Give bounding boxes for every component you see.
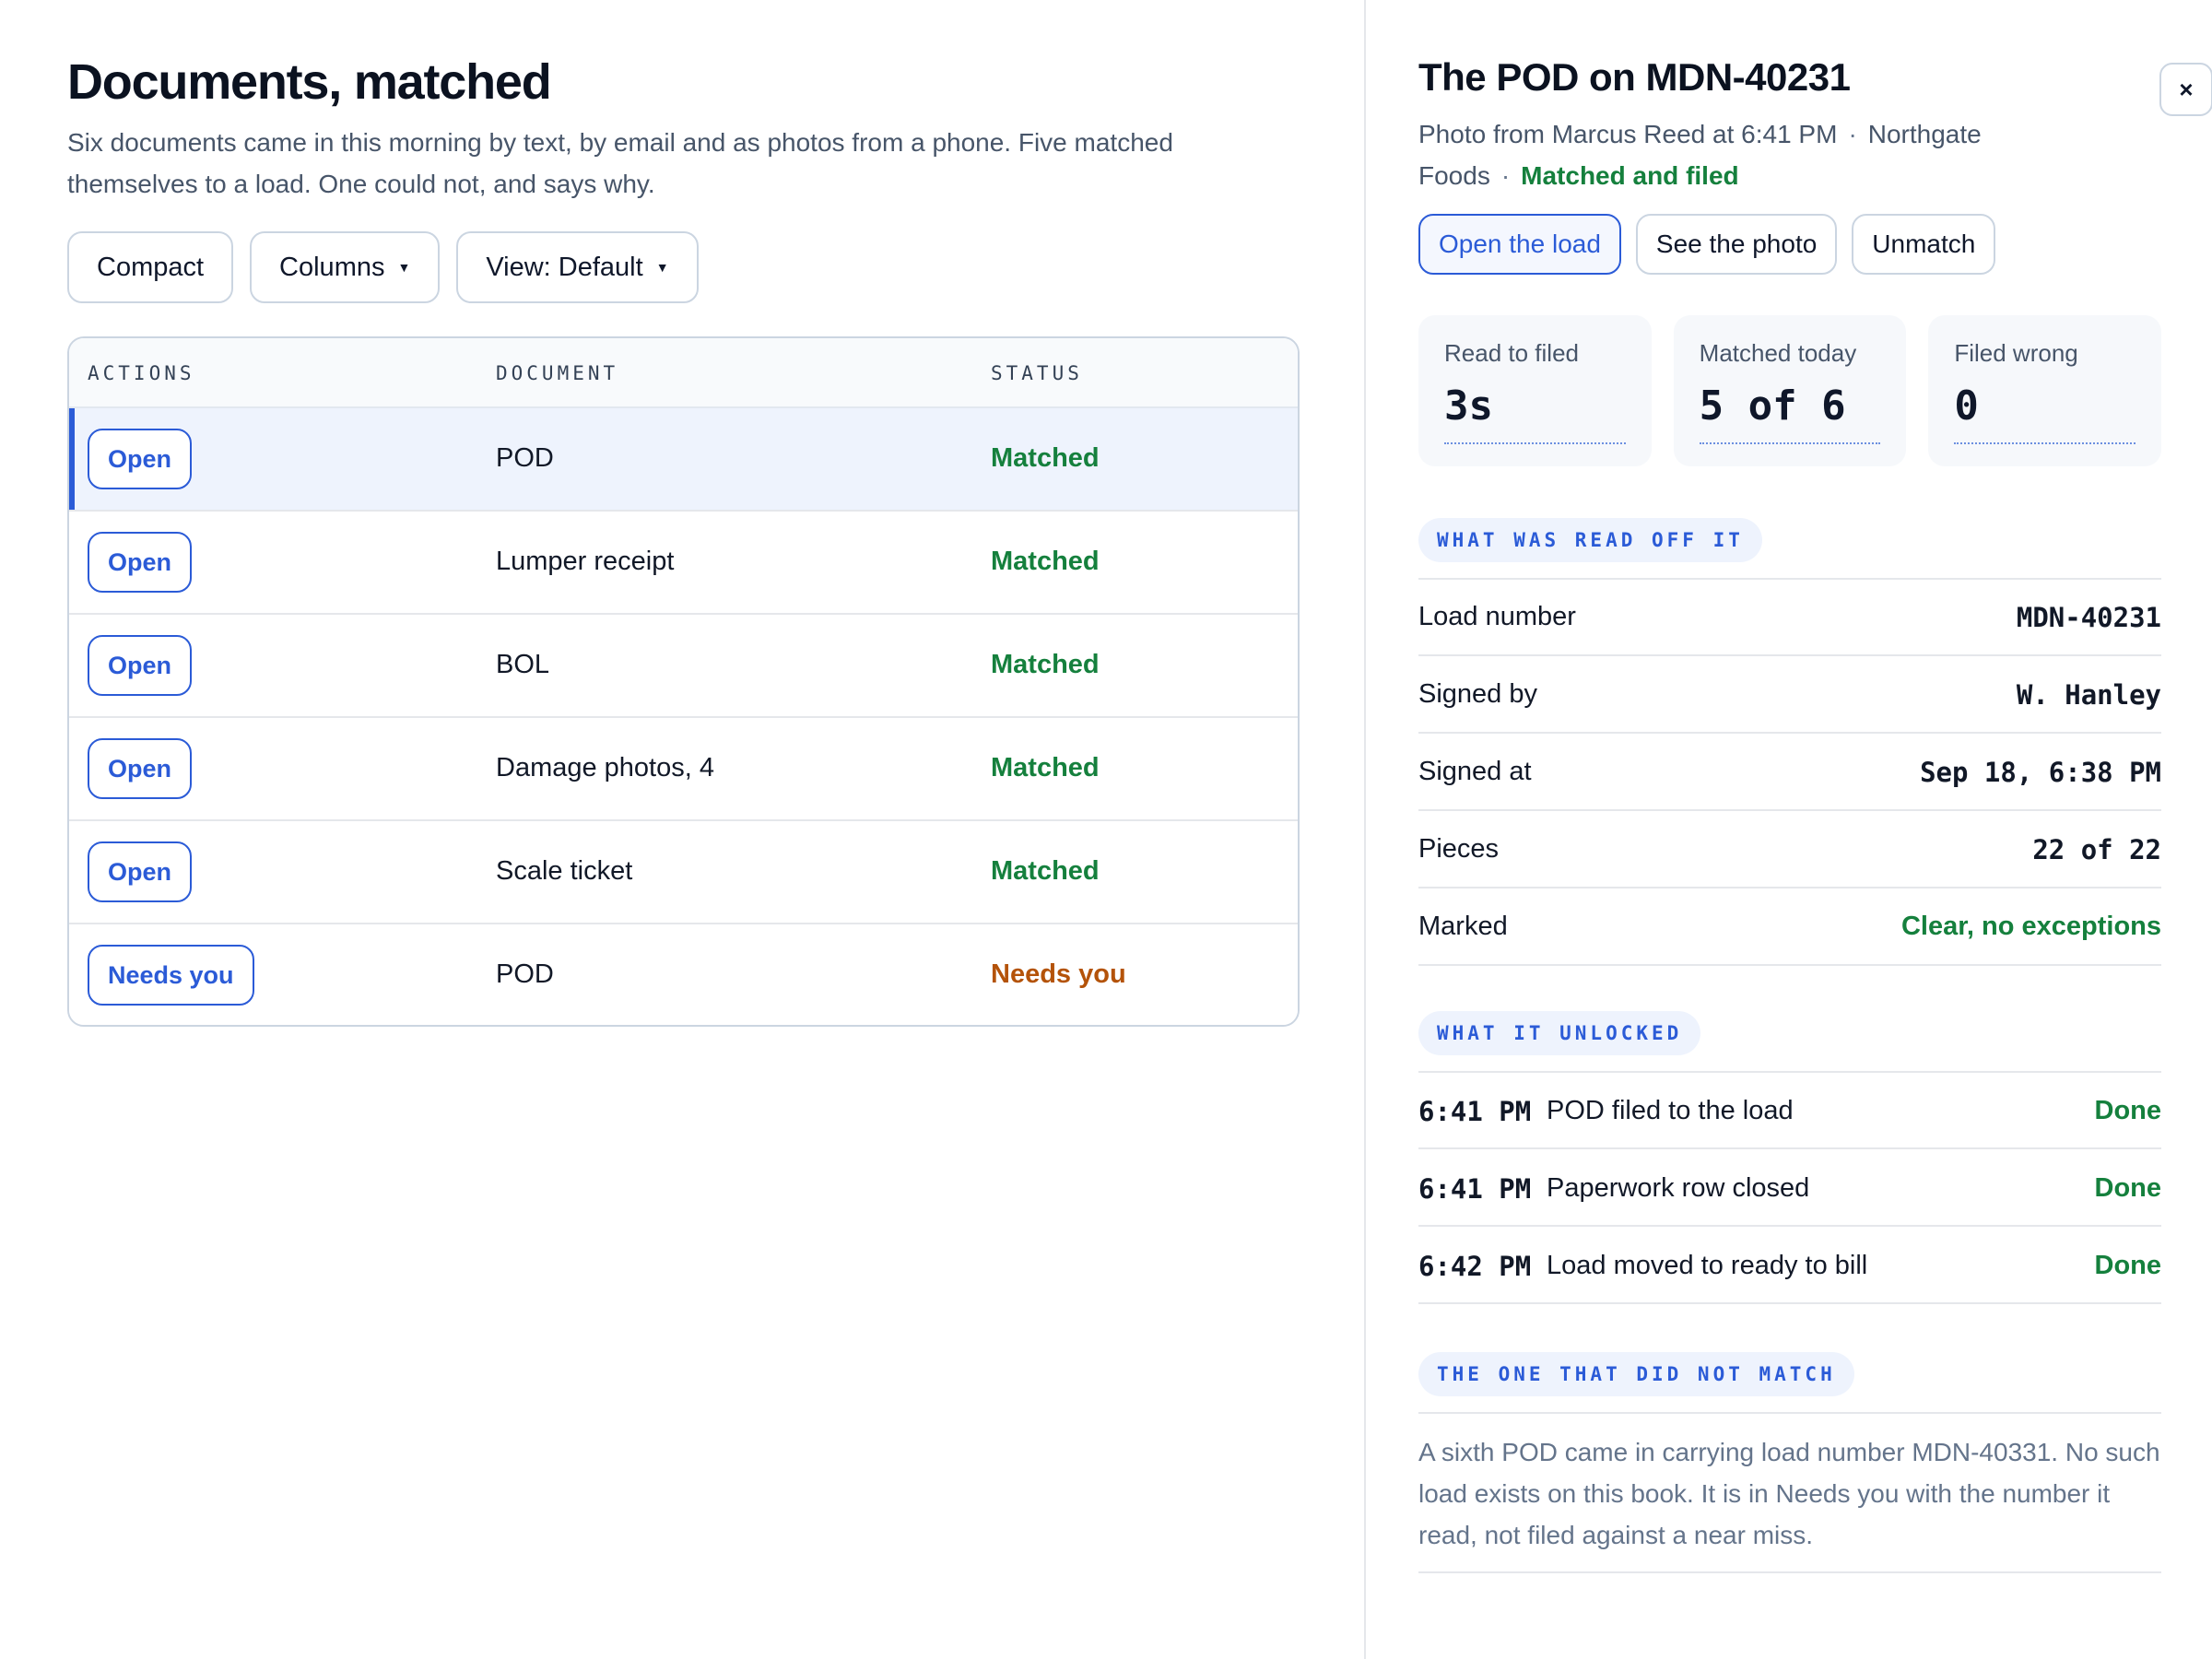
stat-value: 3s xyxy=(1444,382,1493,429)
stat-label: Matched today xyxy=(1699,339,1857,367)
section-heading-read: WHAT WAS READ OFF IT xyxy=(1418,518,1762,562)
column-header-status: STATUS xyxy=(991,362,1083,384)
status-label: Needs you xyxy=(991,959,1126,989)
unmatch-button[interactable]: Unmatch xyxy=(1852,214,1996,275)
section-heading-unlocked: WHAT IT UNLOCKED xyxy=(1418,1011,1701,1055)
open-button[interactable]: Open xyxy=(88,738,193,799)
field-label: Signed by xyxy=(1418,679,1537,709)
event-status: Done xyxy=(2094,1251,2162,1280)
compact-button[interactable]: Compact xyxy=(67,231,234,303)
document-name: POD xyxy=(496,959,554,989)
columns-dropdown[interactable]: Columns ▼ xyxy=(250,231,441,303)
field-row: Load number MDN-40231 xyxy=(1418,580,2161,656)
event-row: 6:41 PM Paperwork row closed Done xyxy=(1418,1150,2161,1227)
section-heading-mismatch: THE ONE THAT DID NOT MATCH xyxy=(1418,1352,1854,1396)
status-label: Matched xyxy=(991,753,1100,782)
documents-table: ACTIONS DOCUMENT STATUS Open POD Matched Op… xyxy=(67,336,1300,1027)
page-title: Documents, matched xyxy=(67,54,552,110)
column-header-actions: ACTIONS xyxy=(88,362,195,384)
field-row: Marked Clear, no exceptions xyxy=(1418,889,2161,966)
divider xyxy=(1418,1571,2161,1573)
document-name: Damage photos, 4 xyxy=(496,753,714,782)
column-header-document: DOCUMENT xyxy=(496,362,619,384)
open-load-button[interactable]: Open the load xyxy=(1418,214,1621,275)
field-value: Sep 18, 6:38 PM xyxy=(1920,757,2161,788)
stat-card-read-to-filed: Read to filed 3s xyxy=(1418,315,1652,466)
mismatch-note: A sixth POD came in carrying load number… xyxy=(1418,1438,2160,1549)
panel-title: The POD on MDN-40231 xyxy=(1418,55,1851,99)
caret-down-icon: ▼ xyxy=(655,260,669,275)
meta-separator: · xyxy=(1500,161,1511,190)
field-row: Signed at Sep 18, 6:38 PM xyxy=(1418,735,2161,811)
open-button[interactable]: Open xyxy=(88,841,193,902)
event-status: Done xyxy=(2094,1096,2162,1125)
table-row[interactable]: Open POD Matched xyxy=(69,408,1298,512)
field-label: Pieces xyxy=(1418,834,1500,864)
table-body: Open POD Matched Open Lumper receipt Matched O… xyxy=(69,408,1298,1025)
event-time: 6:41 PM xyxy=(1418,1173,1532,1205)
event-text: Load moved to ready to bill xyxy=(1547,1251,1868,1280)
event-text: Paperwork row closed xyxy=(1547,1173,1810,1203)
field-label: Signed at xyxy=(1418,757,1532,786)
event-status: Done xyxy=(2094,1173,2162,1203)
table-header: ACTIONS DOCUMENT STATUS xyxy=(69,338,1298,408)
toolbar: Compact Columns ▼ View: Default ▼ xyxy=(67,231,699,303)
event-row: 6:42 PM Load moved to ready to bill Done xyxy=(1418,1228,2161,1304)
field-label: Load number xyxy=(1418,602,1576,631)
table-row[interactable]: Needs you POD Needs you xyxy=(69,924,1298,1025)
table-row[interactable]: Open Scale ticket Matched xyxy=(69,821,1298,924)
field-label: Marked xyxy=(1418,912,1508,941)
documents-pane: Documents, matched Six documents came in… xyxy=(0,0,1373,1659)
document-name: POD xyxy=(496,443,554,473)
meta-status: Matched and filed xyxy=(1521,161,1739,190)
event-time: 6:42 PM xyxy=(1418,1251,1532,1282)
panel-meta: Photo from Marcus Reed at 6:41 PM · Northg… xyxy=(1418,113,2082,196)
page-subtitle: Six documents came in this morning by te… xyxy=(67,128,1173,198)
panel-actions: Open the load See the photo Unmatch xyxy=(1418,214,1996,275)
table-row[interactable]: Open Lumper receipt Matched xyxy=(69,512,1298,615)
open-button[interactable]: Open xyxy=(88,532,193,593)
field-value: 22 of 22 xyxy=(2032,834,2161,865)
meta-separator: · xyxy=(1848,120,1857,148)
stat-card-matched-today: Matched today 5 of 6 xyxy=(1673,315,1907,466)
table-row[interactable]: Open Damage photos, 4 Matched xyxy=(69,718,1298,821)
close-button[interactable]: × xyxy=(2159,63,2212,116)
view-label: View: Default xyxy=(486,252,643,282)
stat-label: Filed wrong xyxy=(1954,339,2078,367)
event-row: 6:41 PM POD filed to the load Done xyxy=(1418,1073,2161,1149)
status-label: Matched xyxy=(991,547,1100,576)
view-dropdown[interactable]: View: Default ▼ xyxy=(456,231,699,303)
stat-value: 5 of 6 xyxy=(1699,382,1846,429)
field-row: Signed by W. Hanley xyxy=(1418,657,2161,734)
open-button[interactable]: Open xyxy=(88,635,193,696)
document-name: Scale ticket xyxy=(496,856,633,886)
document-name: BOL xyxy=(496,650,550,679)
field-value: W. Hanley xyxy=(2016,679,2161,711)
event-text: POD filed to the load xyxy=(1547,1096,1794,1125)
open-button[interactable]: Open xyxy=(88,429,193,489)
detail-panel: The POD on MDN-40231 × Photo from Marcus… xyxy=(1364,0,2212,1659)
event-time: 6:41 PM xyxy=(1418,1096,1532,1127)
compact-label: Compact xyxy=(97,252,205,282)
status-label: Matched xyxy=(991,443,1100,473)
status-label: Matched xyxy=(991,650,1100,679)
document-name: Lumper receipt xyxy=(496,547,675,576)
needs-you-button[interactable]: Needs you xyxy=(88,945,254,1006)
columns-label: Columns xyxy=(279,252,385,282)
divider xyxy=(1418,1412,2161,1414)
stat-label: Read to filed xyxy=(1444,339,1579,367)
see-photo-button[interactable]: See the photo xyxy=(1635,214,1838,275)
stat-value: 0 xyxy=(1954,382,1979,429)
caret-down-icon: ▼ xyxy=(397,260,411,275)
meta-source: Photo from Marcus Reed at 6:41 PM xyxy=(1418,120,1838,148)
field-row: Pieces 22 of 22 xyxy=(1418,812,2161,888)
stat-card-filed-wrong: Filed wrong 0 xyxy=(1928,315,2162,466)
field-value: MDN-40231 xyxy=(2016,602,2161,633)
status-label: Matched xyxy=(991,856,1100,886)
field-value: Clear, no exceptions xyxy=(1900,912,2161,941)
stat-cards: Read to filed 3s Matched today 5 of 6 Fi… xyxy=(1418,315,2162,466)
table-row[interactable]: Open BOL Matched xyxy=(69,615,1298,718)
close-icon: × xyxy=(2179,75,2194,103)
